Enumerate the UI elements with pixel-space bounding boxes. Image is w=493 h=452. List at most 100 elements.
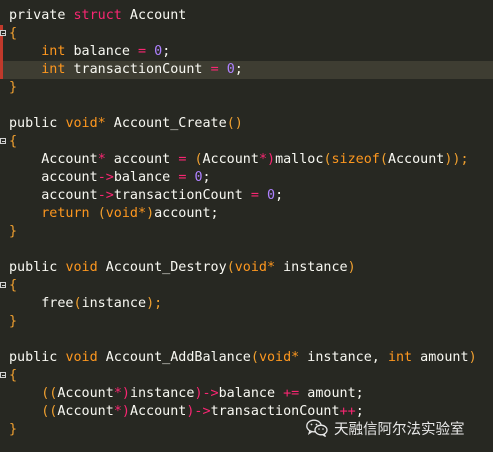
code-token: 0 [267, 188, 276, 203]
code-token: Account [57, 404, 114, 419]
code-text: } [9, 223, 17, 241]
code-token: account [9, 188, 98, 203]
code-line[interactable]: int balance = 0; [0, 43, 493, 61]
change-marker [0, 43, 3, 61]
code-text: { [9, 367, 17, 385]
code-token: instance [81, 296, 147, 311]
code-token: void [65, 260, 98, 275]
code-line[interactable]: Account* account = (Account*)malloc(size… [0, 151, 493, 169]
code-token: } [9, 80, 18, 95]
code-token: balance [65, 44, 138, 59]
code-token: malloc [275, 152, 324, 167]
code-token: { [9, 368, 18, 383]
fold-toggle-icon[interactable] [0, 138, 6, 144]
code-line[interactable]: account->balance = 0; [0, 169, 493, 187]
code-text: } [9, 421, 17, 439]
code-text: { [9, 25, 17, 43]
code-token: account; [154, 206, 219, 221]
code-line[interactable]: } [0, 223, 493, 241]
code-token: void* [234, 260, 276, 275]
fold-toggle-icon[interactable] [0, 372, 6, 378]
code-text: int transactionCount = 0; [9, 61, 243, 79]
code-token: void [65, 350, 98, 365]
code-token: ) [468, 350, 477, 365]
code-line[interactable]: public void* Account_Create() [0, 115, 493, 133]
code-token: ( [194, 152, 203, 167]
code-token: { [9, 26, 18, 41]
code-line[interactable]: { [0, 367, 493, 385]
code-line[interactable]: { [0, 133, 493, 151]
code-text: account->balance = 0; [9, 169, 211, 187]
code-token: void* [65, 116, 106, 131]
code-token: public [9, 260, 66, 275]
code-editor[interactable]: private struct Account{ int balance = 0;… [0, 0, 493, 452]
code-token: public [9, 116, 66, 131]
code-token: } [9, 224, 18, 239]
code-token: Account_Destroy [97, 260, 227, 275]
code-token: int [41, 62, 66, 77]
code-token: struct [73, 8, 122, 23]
code-token: 0 [154, 44, 163, 59]
fold-toggle-icon[interactable] [0, 282, 6, 288]
code-line[interactable] [0, 331, 493, 349]
code-text: account->transactionCount = 0; [9, 187, 283, 205]
code-token: amount [412, 350, 469, 365]
code-token: } [9, 422, 18, 437]
code-token: () [226, 116, 243, 131]
code-token: *) [258, 152, 276, 167]
code-line[interactable]: } [0, 79, 493, 97]
code-token: Account [9, 152, 98, 167]
code-line[interactable] [0, 97, 493, 115]
code-line[interactable]: public void Account_Destroy(void* instan… [0, 259, 493, 277]
code-line[interactable]: private struct Account [0, 7, 493, 25]
code-token: = [210, 62, 219, 77]
code-text: ((Account*)instance)->balance += amount; [9, 385, 364, 403]
code-line[interactable]: { [0, 277, 493, 295]
code-token: public [9, 350, 66, 365]
code-token: transactionCount [113, 188, 251, 203]
code-line[interactable]: { [0, 25, 493, 43]
code-token: ( [250, 350, 259, 365]
code-line[interactable] [0, 241, 493, 259]
code-token: int [387, 350, 413, 365]
code-token: ); [146, 296, 163, 311]
code-token: Account_AddBalance [97, 350, 251, 365]
code-token: += [283, 386, 300, 401]
code-token: balance [218, 386, 284, 401]
code-token: ( [379, 152, 388, 167]
code-text: { [9, 133, 17, 151]
code-token: sizeof [331, 152, 380, 167]
code-token: account [105, 152, 179, 167]
code-line[interactable]: free(instance); [0, 295, 493, 313]
code-token: transactionCount [65, 62, 211, 77]
fold-toggle-icon[interactable] [0, 30, 6, 36]
code-text: public void Account_Destroy(void* instan… [9, 259, 356, 277]
code-line[interactable]: account->transactionCount = 0; [0, 187, 493, 205]
code-line[interactable]: ((Account*)instance)->balance += amount; [0, 385, 493, 403]
code-line[interactable]: } [0, 313, 493, 331]
watermark: 天融信阿尔法实验室 [306, 417, 465, 439]
code-token: int [41, 44, 66, 59]
code-token: 0 [226, 62, 235, 77]
code-token: = [250, 188, 259, 203]
code-token: ; [202, 170, 211, 185]
code-token: Account [387, 152, 445, 167]
code-text: public void* Account_Create() [9, 115, 243, 133]
wechat-icon [306, 419, 328, 437]
code-text: { [9, 277, 17, 295]
code-token: )-> [194, 386, 219, 401]
code-text: } [9, 79, 17, 97]
code-token: ) [146, 206, 155, 221]
code-token: (( [9, 386, 58, 401]
code-token: 0 [194, 170, 203, 185]
code-line[interactable]: public void Account_AddBalance(void* ins… [0, 349, 493, 367]
code-token: )); [444, 152, 469, 167]
code-token: *) [113, 386, 130, 401]
code-line[interactable]: return (void*)account; [0, 205, 493, 223]
code-line[interactable]: int transactionCount = 0; [0, 61, 493, 79]
code-text: Account* account = (Account*)malloc(size… [9, 151, 469, 169]
code-token: ( [226, 260, 235, 275]
